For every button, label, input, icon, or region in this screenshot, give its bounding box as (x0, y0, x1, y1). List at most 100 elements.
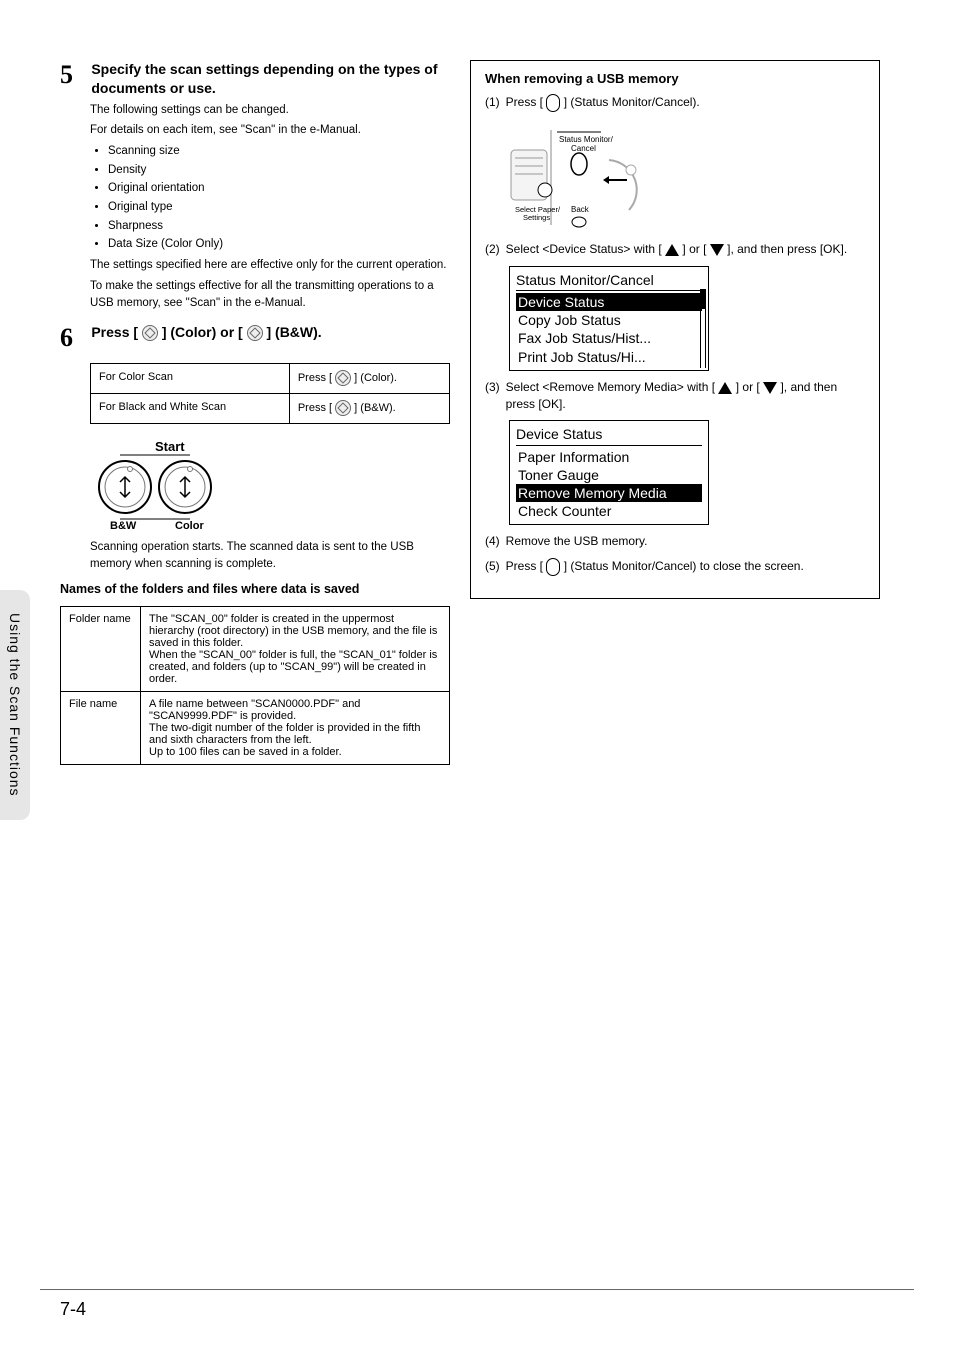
substep-4: (4) Remove the USB memory. (485, 533, 865, 550)
text: ] (B&W). (351, 402, 396, 414)
bullet-item: Density (108, 162, 450, 179)
substep-text: Remove the USB memory. (506, 533, 865, 550)
text: ] (Color). (351, 372, 397, 384)
text: Select <Remove Memory Media> with [ (506, 380, 719, 394)
lcd-scrollbar (700, 289, 706, 368)
text: ] (Color) or [ (158, 324, 247, 340)
bullet-item: Original orientation (108, 180, 450, 197)
text: Select <Device Status> with [ (506, 242, 665, 256)
file-label: File name (61, 692, 141, 765)
text: Press [ (506, 95, 547, 109)
svg-text:Settings: Settings (523, 213, 550, 222)
step-5-title: Specify the scan settings depending on t… (91, 60, 449, 98)
bullet-item: Sharpness (108, 218, 450, 235)
step-5-intro1: The following settings can be changed. (90, 102, 450, 119)
sidebar-tab: Using the Scan Functions (0, 590, 30, 820)
start-text: Start (155, 439, 185, 454)
bw-start-icon (247, 325, 263, 341)
folder-text: The "SCAN_00" folder is created in the u… (141, 607, 450, 692)
text: ] or [ (679, 242, 710, 256)
lcd-row: Paper Information (516, 448, 702, 466)
color-text: Color (175, 520, 204, 529)
callout-title: When removing a USB memory (485, 71, 865, 86)
color-start-icon (335, 370, 351, 386)
svg-text:Status Monitor/: Status Monitor/ (559, 135, 614, 144)
left-column: 5 Specify the scan settings depending on… (60, 60, 450, 775)
step-5-note1: The settings specified here are effectiv… (90, 257, 450, 274)
svg-text:Back: Back (571, 205, 590, 214)
text: Press [ (91, 324, 142, 340)
right-column: When removing a USB memory (1) Press [ ]… (470, 60, 880, 775)
step-6: 6 Press [ ] (Color) or [ ] (B&W). For Co… (60, 323, 450, 572)
step-5-bullets: Scanning size Density Original orientati… (108, 143, 450, 253)
substep-2: (2) Select <Device Status> with [ ] or [… (485, 241, 865, 258)
lcd-screen-1: Status Monitor/Cancel Device Status Copy… (509, 266, 709, 371)
down-arrow-icon (763, 382, 777, 394)
lcd-row: Check Counter (516, 502, 702, 520)
step-number-5: 5 (60, 60, 88, 90)
text: Press [ (298, 372, 335, 384)
step-number-6: 6 (60, 323, 88, 353)
status-monitor-button-icon (546, 94, 560, 112)
control-panel-illustration: Status Monitor/ Cancel Select Paper/ Set… (509, 120, 865, 233)
lcd-row: Copy Job Status (516, 311, 702, 329)
substep-3: (3) Select <Remove Memory Media> with [ … (485, 379, 865, 413)
file-text: A file name between "SCAN0000.PDF" and "… (141, 692, 450, 765)
start-button-illustration: Start B&W Color (90, 439, 450, 529)
lcd-row: Print Job Status/Hi... (516, 348, 702, 366)
substep-5: (5) Press [ ] (Status Monitor/Cancel) to… (485, 558, 865, 576)
sidebar-label: Using the Scan Functions (7, 613, 23, 797)
substep-num: (3) (485, 379, 500, 396)
page-content: 5 Specify the scan settings depending on… (0, 0, 954, 815)
svg-text:Cancel: Cancel (571, 144, 596, 153)
text: ] (Status Monitor/Cancel). (560, 95, 699, 109)
cell-color-action: Press [ ] (Color). (289, 364, 449, 394)
cell-bw-action: Press [ ] (B&W). (289, 394, 449, 424)
substep-text: Press [ ] (Status Monitor/Cancel) to clo… (506, 558, 865, 576)
names-table: Folder name The "SCAN_00" folder is crea… (60, 606, 450, 765)
step-5: 5 Specify the scan settings depending on… (60, 60, 450, 311)
bw-text: B&W (110, 520, 137, 529)
lcd-row: Fax Job Status/Hist... (516, 329, 702, 347)
substep-text: Press [ ] (Status Monitor/Cancel). (506, 94, 865, 112)
text: ], and then press [OK]. (724, 242, 847, 256)
cell-bw-label: For Black and White Scan (91, 394, 290, 424)
status-monitor-button-icon (546, 558, 560, 576)
text: ] (B&W). (263, 324, 322, 340)
bw-start-icon (335, 400, 351, 416)
names-section: Names of the folders and files where dat… (60, 582, 450, 765)
table-row: File name A file name between "SCAN0000.… (61, 692, 450, 765)
text: Press [ (298, 402, 335, 414)
page-number: 7-4 (60, 1299, 86, 1320)
bullet-item: Scanning size (108, 143, 450, 160)
lcd-screen-2: Device Status Paper Information Toner Ga… (509, 420, 709, 525)
cell-color-label: For Color Scan (91, 364, 290, 394)
lcd-row-selected: Device Status (516, 293, 702, 311)
table-row: For Black and White Scan Press [ ] (B&W)… (91, 394, 450, 424)
step-6-title: Press [ ] (Color) or [ ] (B&W). (91, 323, 449, 342)
usb-remove-callout: When removing a USB memory (1) Press [ ]… (470, 60, 880, 599)
down-arrow-icon (710, 244, 724, 256)
folder-label: Folder name (61, 607, 141, 692)
substep-text: Select <Device Status> with [ ] or [ ], … (506, 241, 865, 258)
substep-num: (1) (485, 94, 500, 111)
substep-num: (2) (485, 241, 500, 258)
text: ] or [ (732, 380, 763, 394)
lcd-title: Status Monitor/Cancel (516, 271, 702, 291)
lcd-title: Device Status (516, 425, 702, 445)
step-6-after: Scanning operation starts. The scanned d… (90, 539, 450, 572)
lcd-row-selected: Remove Memory Media (516, 484, 702, 502)
step-5-note2: To make the settings effective for all t… (90, 278, 450, 311)
bullet-item: Data Size (Color Only) (108, 236, 450, 253)
up-arrow-icon (718, 382, 732, 394)
text: Press [ (506, 559, 547, 573)
substep-num: (5) (485, 558, 500, 575)
bullet-item: Original type (108, 199, 450, 216)
color-start-icon (142, 325, 158, 341)
step-5-intro2: For details on each item, see "Scan" in … (90, 122, 450, 139)
names-heading: Names of the folders and files where dat… (60, 582, 450, 596)
text: ] (Status Monitor/Cancel) to close the s… (560, 559, 803, 573)
substep-text: Select <Remove Memory Media> with [ ] or… (506, 379, 865, 413)
up-arrow-icon (665, 244, 679, 256)
scan-mode-table: For Color Scan Press [ ] (Color). For Bl… (90, 363, 450, 424)
